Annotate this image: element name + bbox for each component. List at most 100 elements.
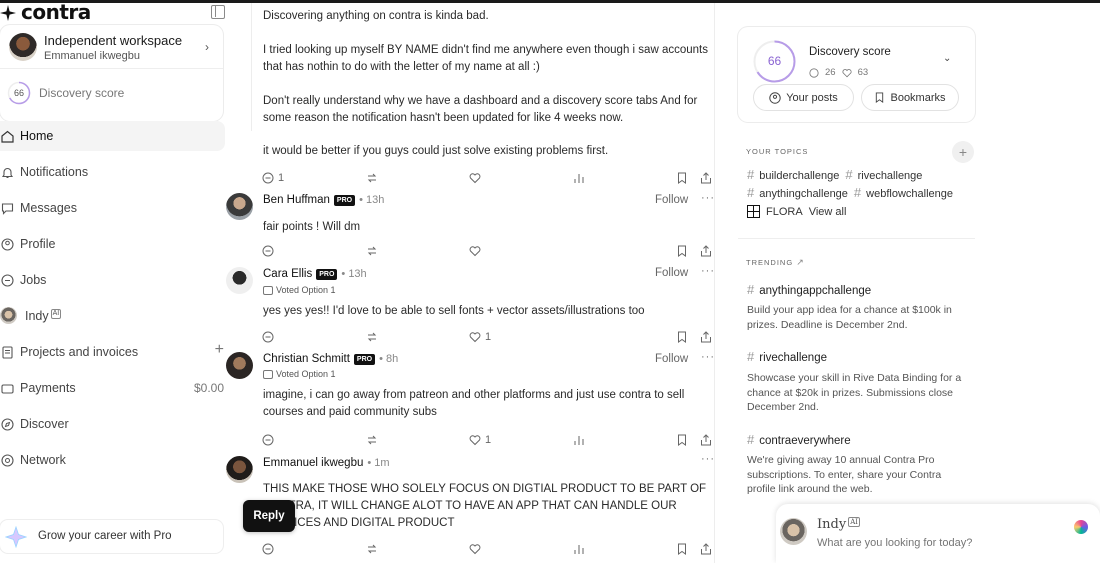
indy-chat-input[interactable] — [817, 537, 1017, 549]
bookmark-button[interactable] — [676, 331, 688, 343]
user-circle-icon — [769, 91, 781, 104]
nav-item-messages[interactable]: Messages — [0, 193, 225, 223]
topic-chip[interactable]: # rivechallenge — [845, 167, 922, 182]
follow-button[interactable]: Follow — [655, 194, 688, 206]
repost-button[interactable] — [366, 331, 378, 343]
pro-sparkle-icon — [5, 526, 27, 548]
comment-button[interactable] — [262, 331, 274, 343]
poll-vote-note: Voted Option 1 — [263, 369, 336, 379]
stats-button[interactable] — [573, 172, 585, 184]
share-button[interactable] — [700, 434, 712, 446]
more-options-icon[interactable]: ··· — [701, 351, 715, 363]
discovery-score-value: 66 — [767, 54, 782, 68]
home-icon — [1, 130, 14, 143]
your-posts-button[interactable]: Your posts — [753, 84, 854, 111]
topic-chip[interactable]: # builderchallenge — [747, 167, 839, 182]
post-paragraph: it would be better if you guys could jus… — [263, 145, 609, 157]
share-button[interactable] — [700, 245, 712, 257]
wallet-icon — [1, 384, 14, 394]
repost-button[interactable] — [366, 245, 378, 257]
comment-author[interactable]: Emmanuel ikwegbu • 1m — [263, 457, 390, 469]
avatar[interactable] — [226, 193, 253, 220]
stats-button[interactable] — [573, 543, 585, 555]
reply-button[interactable]: Reply — [243, 500, 295, 532]
more-options-icon[interactable]: ··· — [701, 265, 715, 277]
bookmarks-button[interactable]: Bookmarks — [861, 84, 959, 111]
pro-badge: PRO — [316, 268, 338, 280]
comment-button[interactable] — [262, 543, 274, 555]
avatar[interactable] — [226, 352, 253, 379]
nav-item-home[interactable]: Home — [0, 121, 225, 151]
chevron-down-icon[interactable]: ⌄ — [943, 53, 951, 64]
grow-with-pro-card[interactable]: Grow your career with Pro — [0, 520, 223, 553]
share-button[interactable] — [700, 172, 712, 184]
share-button[interactable] — [700, 331, 712, 343]
chat-icon — [1, 203, 14, 215]
hash-icon: # — [845, 167, 853, 182]
bookmark-button[interactable] — [676, 245, 688, 257]
stats-button[interactable] — [573, 434, 585, 446]
discovery-score-label: Discovery score — [39, 86, 125, 100]
topic-chip[interactable]: FLORA — [766, 206, 803, 218]
like-button[interactable]: 1 — [469, 331, 491, 343]
poll-icon — [263, 285, 273, 295]
repost-icon — [367, 544, 377, 554]
collapse-sidebar-icon[interactable] — [211, 5, 225, 19]
bookmark-button[interactable] — [676, 172, 688, 184]
add-project-icon[interactable]: + — [215, 341, 224, 359]
trending-title: TRENDING ↗ — [746, 257, 805, 267]
brain-icon[interactable] — [1074, 520, 1088, 534]
nav-item-indy[interactable]: Indy AI — [0, 301, 225, 331]
contra-logo-text[interactable]: contra — [21, 0, 91, 24]
workspace-switcher[interactable]: Independent workspace Emmanuel ikwegbu › — [0, 25, 223, 69]
comment-author[interactable]: Ben Huffman PRO • 13h — [263, 194, 384, 206]
bookmark-button[interactable] — [676, 543, 688, 555]
nav-item-notifications[interactable]: Notifications — [0, 157, 225, 187]
discovery-score-link[interactable]: 66 Discovery score — [0, 77, 223, 111]
like-button[interactable] — [469, 172, 481, 184]
comment-author[interactable]: Cara Ellis PRO • 13h — [263, 268, 367, 280]
indy-chat-title: Indy AI — [817, 517, 861, 532]
follow-button[interactable]: Follow — [655, 353, 688, 365]
contra-logo-icon[interactable] — [0, 5, 16, 21]
comment-button[interactable]: 1 — [262, 172, 284, 184]
post-paragraph: Discovering anything on contra is kinda … — [263, 10, 489, 22]
follow-button[interactable]: Follow — [655, 267, 688, 279]
comment-actions — [260, 245, 715, 261]
view-all-topics-link[interactable]: View all — [809, 206, 847, 218]
share-button[interactable] — [700, 543, 712, 555]
topic-chip[interactable]: # anythingchallenge — [747, 185, 848, 200]
more-options-icon[interactable]: ··· — [701, 453, 715, 465]
bookmark-button[interactable] — [676, 434, 688, 446]
comment-button[interactable] — [262, 245, 274, 257]
nav-item-profile[interactable]: Profile — [0, 229, 225, 259]
comment-icon — [262, 543, 274, 555]
nav-item-payments[interactable]: Payments $0.00 — [0, 373, 225, 403]
comment-button[interactable] — [262, 434, 274, 446]
like-count: 1 — [485, 331, 492, 343]
avatar[interactable] — [226, 267, 253, 294]
avatar[interactable] — [226, 456, 253, 483]
topic-chip[interactable]: # webflowchallenge — [854, 185, 953, 200]
repost-button[interactable] — [366, 172, 378, 184]
poll-icon — [263, 369, 273, 379]
more-options-icon[interactable]: ··· — [701, 192, 715, 204]
bookmark-icon — [678, 172, 686, 184]
heart-icon — [469, 435, 481, 446]
like-button[interactable]: 1 — [469, 434, 491, 446]
post-thread: Discovering anything on contra is kinda … — [225, 3, 715, 563]
add-topic-button[interactable]: + — [952, 141, 974, 163]
nav-item-network[interactable]: Network — [0, 445, 225, 475]
bar-chart-icon — [574, 436, 584, 445]
repost-button[interactable] — [366, 434, 378, 446]
like-button[interactable] — [469, 245, 481, 257]
nav-item-projects[interactable]: Projects and invoices + — [0, 337, 225, 367]
repost-button[interactable] — [366, 543, 378, 555]
nav-item-jobs[interactable]: Jobs — [0, 265, 225, 295]
bookmark-icon — [876, 92, 884, 103]
bookmark-icon — [678, 543, 686, 555]
like-button[interactable] — [469, 543, 481, 555]
nav-item-discover[interactable]: Discover — [0, 409, 225, 439]
comment-author[interactable]: Christian Schmitt PRO • 8h — [263, 353, 398, 365]
trending-arrow-icon: ↗ — [796, 257, 805, 267]
